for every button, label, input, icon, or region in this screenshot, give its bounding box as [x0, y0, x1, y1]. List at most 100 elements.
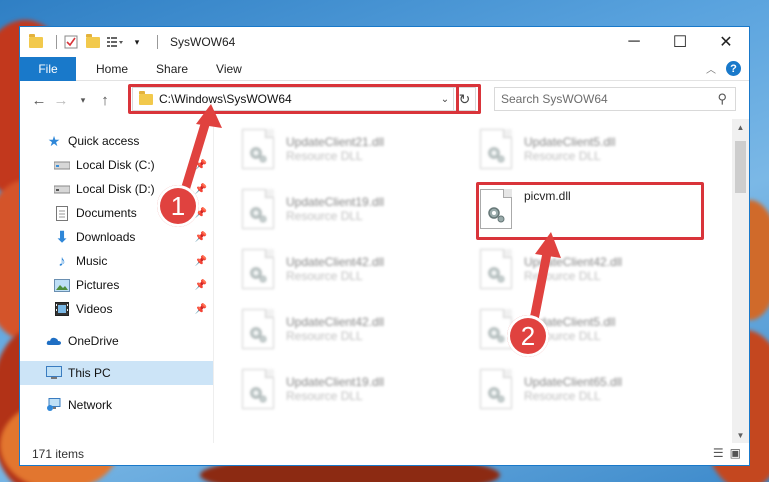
new-folder-icon[interactable]: [85, 33, 101, 50]
maximize-button[interactable]: ☐: [657, 27, 703, 57]
title-bar: ▾ SysWOW64 ─ ☐ ✕: [20, 27, 749, 57]
file-highlight-frame: [476, 182, 704, 240]
file-name: UpdateClient42.dll: [286, 315, 385, 329]
pc-icon: [46, 365, 62, 381]
file-item[interactable]: UpdateClient42.dll Resource DLL: [480, 247, 700, 291]
pin-icon[interactable]: 📌: [195, 160, 207, 171]
file-item[interactable]: UpdateClient21.dll Resource DLL: [242, 127, 462, 171]
sidebar-item-label: Local Disk (D:): [76, 182, 155, 196]
scroll-up-icon[interactable]: ▲: [732, 119, 749, 135]
scroll-thumb[interactable]: [735, 141, 746, 193]
drive-icon: [54, 157, 70, 173]
documents-icon: [54, 205, 70, 221]
sidebar-item-label: Quick access: [68, 134, 140, 148]
tab-share[interactable]: Share: [142, 62, 202, 76]
sidebar-item-label: OneDrive: [68, 334, 119, 348]
sidebar-item-local-disk-c[interactable]: Local Disk (C:) 📌: [20, 153, 213, 177]
dll-file-icon: [480, 369, 512, 409]
step-number: 1: [170, 190, 186, 221]
sidebar-item-network[interactable]: Network: [20, 393, 213, 417]
sidebar-item-label: This PC: [68, 366, 111, 380]
sidebar-item-music[interactable]: ♪ Music 📌: [20, 249, 213, 273]
file-item[interactable]: UpdateClient42.dll Resource DLL: [242, 307, 462, 351]
sidebar-item-videos[interactable]: Videos 📌: [20, 297, 213, 321]
file-name: UpdateClient19.dll: [286, 195, 385, 209]
divider: [56, 35, 57, 49]
file-name: UpdateClient42.dll: [286, 255, 385, 269]
ribbon-tabs: File Home Share View ︿ ?: [20, 56, 749, 81]
tab-file[interactable]: File: [20, 56, 76, 81]
dll-file-icon: [242, 369, 274, 409]
file-type: Resource DLL: [286, 209, 363, 223]
address-highlight-frame: [128, 84, 481, 114]
file-type: Resource DLL: [524, 269, 601, 283]
scroll-down-icon[interactable]: ▼: [732, 427, 749, 443]
videos-icon: [54, 301, 70, 317]
search-placeholder: Search SysWOW64: [501, 92, 608, 106]
sidebar-item-onedrive[interactable]: OneDrive: [20, 329, 213, 353]
sidebar-item-label: Music: [76, 254, 108, 268]
close-button[interactable]: ✕: [703, 27, 749, 57]
tab-home[interactable]: Home: [82, 62, 142, 76]
file-name: UpdateClient19.dll: [286, 375, 385, 389]
dll-file-icon: [480, 249, 512, 289]
file-type: Resource DLL: [286, 389, 363, 403]
file-name: UpdateClient5.dll: [524, 135, 616, 149]
file-name: UpdateClient21.dll: [286, 135, 385, 149]
file-item[interactable]: UpdateClient65.dll Resource DLL: [480, 367, 700, 411]
forward-arrow-icon[interactable]: →: [50, 92, 72, 109]
file-item[interactable]: UpdateClient19.dll Resource DLL: [242, 187, 462, 231]
refresh-highlight-frame: [456, 84, 481, 114]
sidebar-item-quick-access[interactable]: ★ Quick access: [20, 129, 213, 153]
dll-file-icon: [242, 309, 274, 349]
explorer-window: ▾ SysWOW64 ─ ☐ ✕ File Home Share View ︿ …: [19, 26, 750, 466]
divider: [157, 35, 158, 49]
dropdown-arrow-icon[interactable]: ▾: [129, 34, 145, 50]
recent-locations-icon[interactable]: ▾: [72, 95, 94, 106]
pin-icon[interactable]: 📌: [195, 256, 207, 267]
file-name: UpdateClient42.dll: [524, 255, 623, 269]
customize-toolbar-icon[interactable]: [107, 34, 123, 50]
network-icon: [46, 397, 62, 413]
details-view-icon[interactable]: ☰: [713, 446, 724, 460]
sidebar-item-this-pc[interactable]: This PC: [20, 361, 213, 385]
file-item[interactable]: UpdateClient5.dll Resource DLL: [480, 127, 700, 171]
vertical-scrollbar[interactable]: ▲ ▼: [732, 119, 749, 443]
sidebar-item-pictures[interactable]: Pictures 📌: [20, 273, 213, 297]
back-arrow-icon[interactable]: ←: [28, 92, 50, 109]
large-icons-view-icon[interactable]: ▣: [730, 446, 741, 460]
pin-icon[interactable]: 📌: [195, 184, 207, 195]
file-item[interactable]: UpdateClient19.dll Resource DLL: [242, 367, 462, 411]
music-icon: ♪: [58, 252, 66, 270]
folder-icon: [28, 33, 44, 50]
dll-file-icon: [242, 249, 274, 289]
sidebar-item-downloads[interactable]: ⬇ Downloads 📌: [20, 225, 213, 249]
window-title: SysWOW64: [170, 35, 236, 49]
file-type: Resource DLL: [286, 269, 363, 283]
sidebar-item-label: Videos: [76, 302, 113, 316]
step-marker-2: 2: [507, 315, 549, 357]
expand-ribbon-icon[interactable]: ︿: [706, 61, 716, 76]
pin-icon[interactable]: 📌: [195, 232, 207, 243]
tab-view[interactable]: View: [202, 62, 256, 76]
pin-icon[interactable]: 📌: [195, 304, 207, 315]
main-area: ★ Quick access Local Disk (C:) 📌 Local D…: [20, 119, 749, 443]
file-list: UpdateClient21.dll Resource DLL UpdateCli…: [214, 119, 749, 443]
downloads-icon: ⬇: [55, 229, 69, 246]
navigation-pane: ★ Quick access Local Disk (C:) 📌 Local D…: [20, 119, 214, 443]
sidebar-item-label: Downloads: [76, 230, 136, 244]
search-icon[interactable]: ⚲: [717, 91, 727, 107]
search-input[interactable]: Search SysWOW64 ⚲: [494, 87, 736, 111]
up-arrow-icon[interactable]: ↑: [94, 92, 116, 109]
pin-icon[interactable]: 📌: [195, 280, 207, 291]
step-number: 2: [520, 320, 536, 351]
item-count: 171 items: [32, 447, 85, 461]
properties-icon[interactable]: [63, 34, 79, 50]
sidebar-item-label: Local Disk (C:): [76, 158, 155, 172]
minimize-button[interactable]: ─: [611, 27, 657, 57]
step-marker-1: 1: [157, 185, 199, 227]
help-button[interactable]: ?: [726, 61, 741, 76]
file-item[interactable]: UpdateClient42.dll Resource DLL: [242, 247, 462, 291]
navigation-row: ← → ▾ ↑ C:\Windows\SysWOW64 ⌄ ↻ Search S…: [20, 81, 749, 119]
file-name: UpdateClient65.dll: [524, 375, 623, 389]
